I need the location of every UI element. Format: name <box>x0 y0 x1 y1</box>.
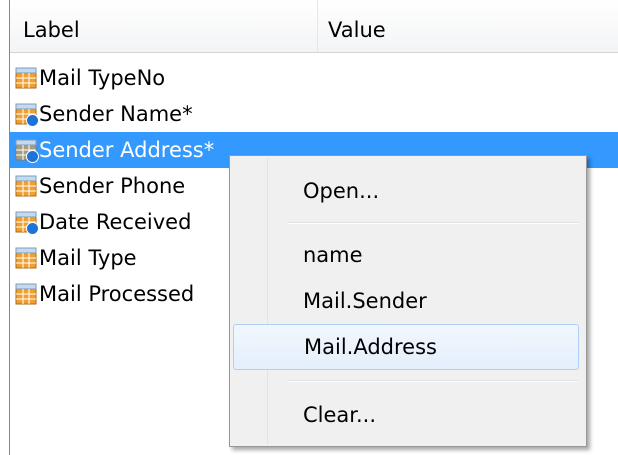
menu-item-mail-address[interactable]: Mail.Address <box>233 324 579 370</box>
column-header-label[interactable]: Label <box>23 18 80 42</box>
menu-separator <box>288 222 578 224</box>
list-item[interactable]: Mail TypeNo <box>10 60 618 96</box>
context-menu: Open... name Mail.Sender Mail.Address Cl… <box>229 155 587 447</box>
table-field-info-icon <box>15 139 39 163</box>
menu-item-open[interactable]: Open... <box>233 168 579 214</box>
info-badge-icon <box>26 150 39 163</box>
menu-item-mail-sender[interactable]: Mail.Sender <box>233 278 579 324</box>
menu-item-name[interactable]: name <box>233 232 579 278</box>
info-badge-icon <box>26 114 39 127</box>
table-field-icon <box>15 67 37 89</box>
table-field-info-icon <box>15 103 39 127</box>
list-item[interactable]: Sender Name* <box>10 96 618 132</box>
menu-item-clear[interactable]: Clear... <box>233 392 579 438</box>
column-divider[interactable] <box>317 0 318 52</box>
list-item-label: Sender Address* <box>39 138 215 162</box>
list-item-label: Mail TypeNo <box>39 66 166 90</box>
list-item-label: Date Received <box>39 210 192 234</box>
list-item-label: Sender Name* <box>39 102 193 126</box>
list-item-label: Mail Processed <box>39 282 195 306</box>
table-field-icon <box>15 283 37 305</box>
table-field-icon <box>15 247 37 269</box>
info-badge-icon <box>26 222 39 235</box>
column-header-value[interactable]: Value <box>328 18 386 42</box>
table-field-info-icon <box>15 211 39 235</box>
list-item-label: Mail Type <box>39 246 137 270</box>
list-item-label: Sender Phone <box>39 174 186 198</box>
list-header: Label Value <box>10 0 618 53</box>
menu-separator <box>288 380 578 382</box>
table-field-icon <box>15 175 37 197</box>
